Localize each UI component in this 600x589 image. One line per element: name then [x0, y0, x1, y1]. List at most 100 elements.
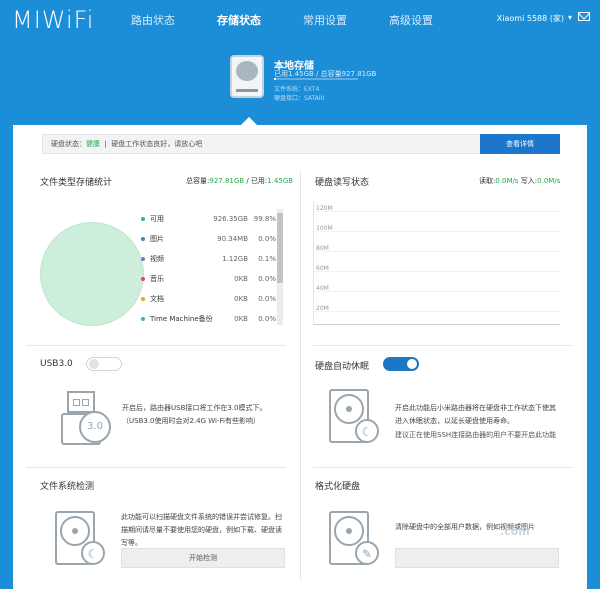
- router-selector[interactable]: Xiaomi 5588 (家): [497, 13, 564, 24]
- legend-item: Time Machine备份 0KB 0.0%: [140, 309, 280, 325]
- auto-sleep-title: 硬盘自动休眠: [315, 362, 370, 372]
- io-title: 硬盘读写状态: [315, 178, 370, 188]
- tab-pointer: [241, 117, 257, 125]
- toggle-knob: [89, 359, 99, 369]
- mail-icon[interactable]: [578, 12, 590, 21]
- y-tick-label: 100M: [316, 225, 333, 232]
- usb3-title: USB3.0: [40, 359, 73, 369]
- write-value: 0.0M/s: [537, 177, 561, 185]
- legend-size: 90.34MB: [217, 235, 248, 243]
- y-tick-label: 60M: [316, 265, 329, 272]
- y-tick-label: 20M: [316, 305, 329, 312]
- auto-sleep-toggle[interactable]: [383, 357, 419, 371]
- storage-panel: 硬盘状态：健康 | 硬盘工作状态良好，请放心吧 查看详情 文件类型存储统计 总容…: [13, 125, 587, 589]
- sleep-desc-line: 进入休眠状态，以延长硬盘使用寿命。: [395, 417, 514, 425]
- usb3-toggle[interactable]: [86, 357, 122, 371]
- grid-line: [314, 211, 561, 212]
- section-divider: [26, 345, 286, 346]
- section-divider: [313, 345, 573, 346]
- storage-pie-chart: [40, 222, 144, 326]
- usb3-desc-line: 开启后，路由器USB接口将工作在3.0模式下。: [122, 404, 267, 412]
- format-button[interactable]: [395, 548, 559, 568]
- nav-advanced-settings[interactable]: 高级设置: [368, 12, 454, 28]
- format-title: 格式化硬盘: [315, 482, 361, 492]
- drive-usage-fill: [274, 78, 276, 80]
- section-divider: [26, 467, 286, 468]
- legend-percent: 0.0%: [258, 315, 276, 323]
- legend-name: 可用: [150, 215, 164, 223]
- watermark: .com: [500, 525, 530, 538]
- scrollbar-thumb[interactable]: [277, 213, 283, 283]
- section-divider: [313, 467, 573, 468]
- start-check-button[interactable]: 开始检测: [121, 548, 285, 568]
- legend-size: 0KB: [234, 275, 248, 283]
- legend-percent: 99.8%: [253, 215, 276, 223]
- total-label: 总容量:: [186, 177, 210, 185]
- auto-sleep-description: 开启此功能后小米路由器将在硬盘非工作状态下使其 进入休眠状态，以延长硬盘使用寿命…: [395, 402, 556, 428]
- legend-name: 音乐: [150, 275, 164, 283]
- nav-router-status[interactable]: 路由状态: [110, 12, 196, 28]
- usb3-description: 开启后，路由器USB接口将工作在3.0模式下。 （USB3.0使用时会对2.4G…: [122, 402, 267, 428]
- legend-name: 文档: [150, 295, 164, 303]
- grid-line: [314, 231, 561, 232]
- usb3-desc-line: （USB3.0使用时会对2.4G Wi-Fi有些影响）: [122, 417, 260, 425]
- legend-percent: 0.1%: [258, 255, 276, 263]
- legend-dot: [141, 297, 145, 301]
- legend-name: Time Machine备份: [150, 315, 213, 323]
- read-value: 0.0M/s: [495, 177, 519, 185]
- legend-name: 图片: [150, 235, 164, 243]
- eraser-icon: ✎: [361, 547, 373, 561]
- legend-name: 视频: [150, 255, 164, 263]
- hdd-check-icon: ☾: [51, 509, 105, 571]
- legend-scrollbar[interactable]: [277, 209, 283, 325]
- legend-dot: [141, 317, 145, 321]
- status-message: 硬盘工作状态良好，请放心吧: [111, 140, 203, 148]
- drive-interface: 硬盘接口：SATAIII: [274, 95, 325, 102]
- legend-size: 1.12GB: [222, 255, 248, 263]
- legend-percent: 0.0%: [258, 235, 276, 243]
- column-divider: [300, 170, 301, 580]
- nav-common-settings[interactable]: 常用设置: [282, 12, 368, 28]
- y-tick-label: 80M: [316, 245, 329, 252]
- legend-dot: [141, 257, 145, 261]
- legend-size: 0KB: [234, 295, 248, 303]
- storage-legend: 可用 926.35GB 99.8% 图片 90.34MB 0.0% 视频 1.12GB 0.1%…: [140, 209, 280, 325]
- used-value: 1.45GB: [267, 177, 294, 185]
- legend-item: 音乐 0KB 0.0%: [140, 269, 280, 289]
- grid-line: [314, 271, 561, 272]
- read-label: 读取:: [479, 177, 496, 185]
- total-value: 927.81GB: [209, 177, 245, 185]
- fs-check-title: 文件系统检测: [40, 482, 95, 492]
- usb-version-badge: 3.0: [79, 411, 111, 443]
- y-tick-label: 40M: [316, 285, 329, 292]
- used-label: / 已用:: [246, 177, 268, 185]
- fs-desc-line: 描期间请尽量不要使用您的硬盘，例如下载、硬盘读: [121, 526, 282, 534]
- legend-item: 可用 926.35GB 99.8%: [140, 209, 280, 229]
- drive-usage-bar: [274, 78, 358, 80]
- legend-percent: 0.0%: [258, 295, 276, 303]
- write-label: 写入:: [520, 177, 538, 185]
- moon-icon: ☾: [87, 547, 99, 561]
- storage-stats-title: 文件类型存储统计: [40, 178, 113, 188]
- nav-storage-status[interactable]: 存储状态: [196, 12, 282, 28]
- auto-sleep-note: 建议正在使用SSH连接路由器的用户不要开启此功能: [395, 431, 557, 439]
- chevron-down-icon[interactable]: ▾: [568, 13, 572, 22]
- legend-item: 文档 0KB 0.0%: [140, 289, 280, 309]
- status-value: 健康: [86, 140, 100, 148]
- io-chart: 120M 100M 80M 60M 40M 20M: [313, 201, 561, 325]
- logo: MIWiFi: [12, 6, 95, 34]
- main-nav: 路由状态 存储状态 常用设置 高级设置: [110, 12, 454, 28]
- grid-line: [314, 311, 561, 312]
- usb-icon: 3.0: [55, 387, 111, 449]
- legend-item: 视频 1.12GB 0.1%: [140, 249, 280, 269]
- io-rates: 读取:0.0M/s 写入:0.0M/s: [479, 176, 560, 186]
- drive-filesystem: 文件系统：EXT4: [274, 86, 320, 93]
- legend-dot: [141, 277, 145, 281]
- moon-icon: ☾: [361, 425, 373, 439]
- fs-desc-line: 此功能可以扫描硬盘文件系统的错误并尝试修复。扫: [121, 513, 282, 521]
- hard-disk-icon: [230, 55, 264, 98]
- view-details-button[interactable]: 查看详情: [480, 134, 560, 154]
- hdd-format-icon: ✎: [325, 509, 379, 571]
- hdd-sleep-icon: ☾: [325, 387, 379, 449]
- legend-item: 图片 90.34MB 0.0%: [140, 229, 280, 249]
